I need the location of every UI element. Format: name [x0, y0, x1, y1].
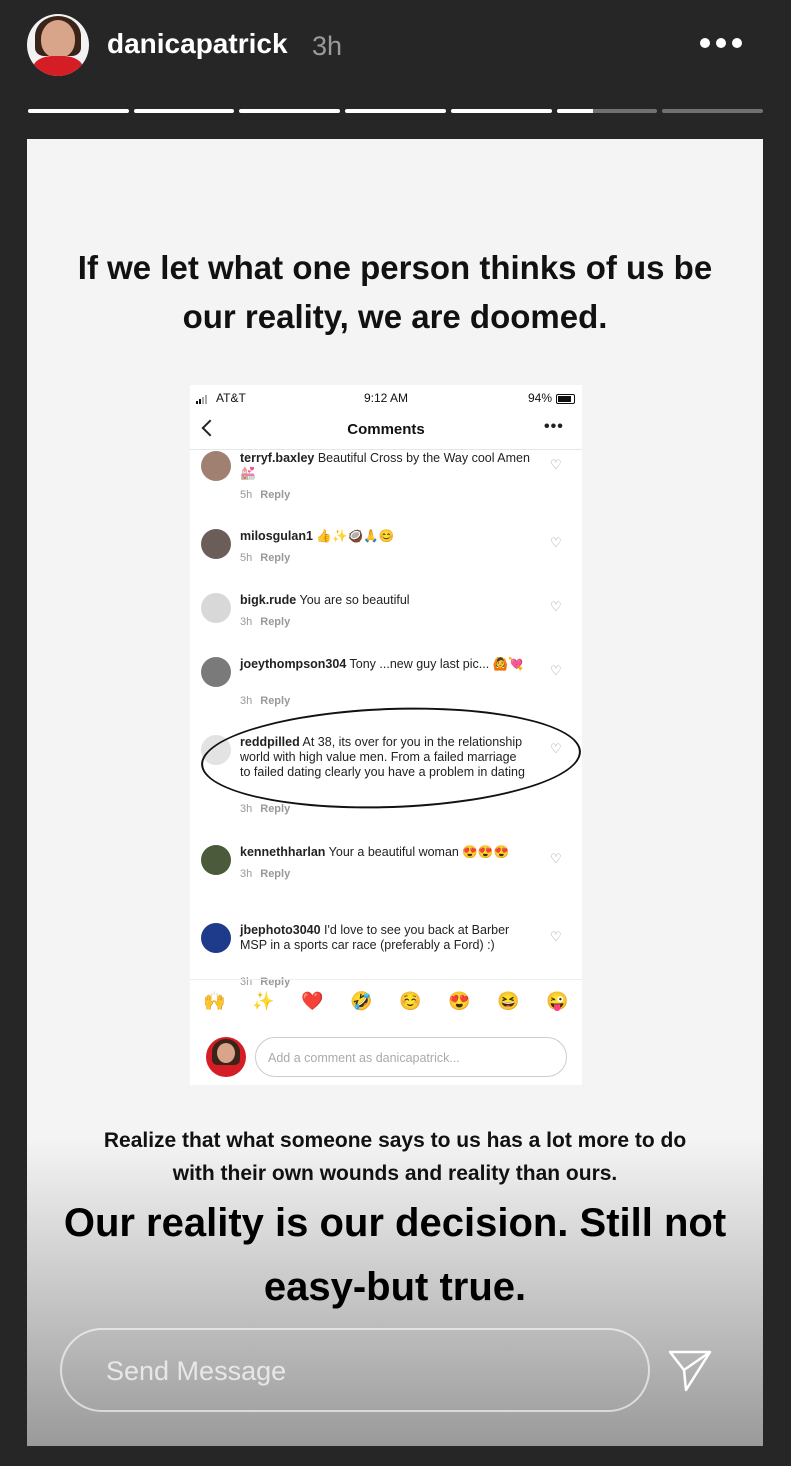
emoji-option: 🙌: [203, 990, 226, 1011]
add-comment-row: Add a comment as danicapatrick...: [190, 1025, 582, 1085]
status-clock: 9:12 AM: [363, 391, 409, 405]
heart-icon: ♡: [550, 599, 562, 614]
emoji-option: ✨: [252, 990, 275, 1011]
comment-avatar: [201, 451, 231, 481]
comment-username: terryf.baxley: [240, 451, 315, 465]
post-time: 3h: [312, 31, 343, 61]
emoji-option: ❤️: [301, 990, 324, 1011]
emoji-bar: 🙌 ✨ ❤️ 🤣 ☺️ 😍 😆 😜: [190, 979, 582, 1022]
heart-icon: ♡: [550, 457, 562, 472]
hand-drawn-circle: [199, 701, 582, 815]
comment-avatar: [201, 923, 231, 953]
story-content[interactable]: If we let what one person thinks of us b…: [27, 139, 763, 1446]
comments-navbar: Comments •••: [190, 413, 582, 450]
comment-username: jbephoto3040: [240, 923, 321, 937]
battery-percent: 94%: [528, 391, 553, 405]
send-icon[interactable]: [664, 1344, 716, 1396]
comment-avatar: [201, 845, 231, 875]
caption-large: Our reality is our decision. Still not e…: [63, 1201, 727, 1309]
profile-avatar[interactable]: [27, 14, 89, 76]
username[interactable]: danicapatrick: [107, 28, 288, 60]
comment-username: milosgulan1: [240, 529, 313, 543]
comment-text: milosgulan1 👍✨🥥🙏😊: [240, 529, 395, 543]
emoji-option: ☺️: [399, 990, 422, 1011]
caption-small: Realize that what someone says to us has…: [103, 1129, 687, 1185]
comments-title: Comments: [347, 421, 425, 438]
story-headline: If we let what one person thinks of us b…: [77, 249, 713, 335]
comment-text: bigk.rude You are so beautiful: [240, 593, 410, 607]
comment-meta: 3h Reply: [240, 803, 291, 815]
comment-text: jbephoto3040 I'd love to see you back at…: [240, 923, 510, 952]
comment-text: joeythompson304 Tony ...new guy last pic…: [240, 657, 524, 671]
progress-segment: [239, 109, 341, 113]
comment-username: bigk.rude: [240, 593, 297, 607]
comment-meta: 3h Reply: [240, 616, 291, 628]
emoji-option: 😜: [546, 990, 569, 1011]
comment-meta: 5h Reply: [240, 489, 291, 501]
progress-segment: [556, 109, 658, 113]
comment-avatar: [201, 657, 231, 687]
heart-icon: ♡: [550, 663, 562, 678]
more-icon: •••: [544, 418, 564, 435]
avatar: [206, 1037, 246, 1077]
comment-meta: 3h Reply: [240, 868, 291, 880]
more-options-icon[interactable]: [700, 38, 742, 48]
progress-segment: [345, 109, 446, 113]
emoji-option: 😆: [497, 990, 520, 1011]
comments-screenshot: AT&T 9:12 AM 94% Comments ••• terryf.bax…: [190, 385, 582, 1085]
progress-segment: [133, 109, 235, 113]
comment-text: terryf.baxley Beautiful Cross by the Way…: [240, 451, 530, 480]
heart-icon: ♡: [550, 535, 562, 550]
emoji-option: 😍: [448, 990, 471, 1011]
comment-meta: 5h Reply: [240, 552, 291, 564]
send-message-input[interactable]: Send Message: [60, 1328, 650, 1412]
heart-icon: ♡: [550, 929, 562, 944]
comment-avatar: [201, 593, 231, 623]
progress-segment: [28, 109, 129, 113]
progress-segment: [662, 109, 764, 113]
comment-avatar: [201, 529, 231, 559]
progress-segment: [450, 109, 552, 113]
emoji-option: 🤣: [350, 990, 373, 1011]
comment-username: kennethharlan: [240, 845, 326, 859]
comment-username: joeythompson304: [240, 657, 347, 671]
story-progress-bar: [28, 109, 764, 113]
add-comment-field: Add a comment as danicapatrick...: [255, 1037, 567, 1077]
heart-icon: ♡: [550, 851, 562, 866]
send-message-placeholder: Send Message: [106, 1356, 287, 1386]
battery-icon: [556, 394, 575, 404]
comment-meta: 3h Reply: [240, 695, 291, 707]
comment-text: kennethharlan Your a beautiful woman 😍😍😍: [240, 845, 510, 859]
